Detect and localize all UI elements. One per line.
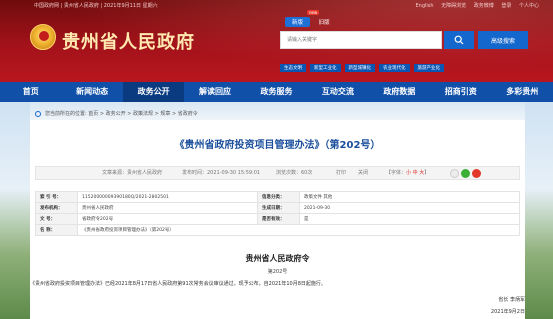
document-body: 《贵州省政府投资项目管理办法》已经2021年8月17日省人民政府第91次常务会议… bbox=[30, 281, 326, 287]
meta-date: 发布时间：2021-09-30 15:59:01 bbox=[182, 170, 261, 176]
share-icon[interactable] bbox=[450, 169, 459, 178]
tag-item[interactable]: 新型工业化 bbox=[310, 64, 341, 72]
theme-tags: 生态文明 新型工业化 新型城镇化 农业现代化 旅游产业化 bbox=[280, 64, 448, 72]
article-meta-bar: 文章来源：贵州省人民政府 发布时间：2021-09-30 15:59:01 浏览… bbox=[35, 166, 520, 180]
link-accessibility[interactable]: 无障碍浏览 bbox=[441, 3, 466, 9]
info-value: 2021-09-30 bbox=[299, 202, 520, 214]
main-nav: 首页 新闻动态 政务公开 解读回应 政务服务 互动交流 政府数据 招商引资 多彩… bbox=[0, 82, 553, 102]
nav-item-interpretation[interactable]: 解读回应 bbox=[184, 82, 245, 102]
search-icon bbox=[454, 35, 464, 45]
version-tabs: 新版 旧版 bbox=[285, 17, 337, 27]
topbar-date-text: 中国政府网 | 贵州省人民政府 | 2021年9月11日 星期六 bbox=[34, 3, 158, 9]
nav-item-home[interactable]: 首页 bbox=[0, 82, 61, 102]
document-signature: 省长 李炳军 bbox=[498, 297, 525, 303]
print-button[interactable]: 打印 bbox=[336, 167, 346, 179]
info-key: 发布机构： bbox=[35, 202, 78, 214]
search-input[interactable] bbox=[281, 32, 441, 48]
nav-item-data[interactable]: 政府数据 bbox=[369, 82, 430, 102]
nav-item-investment[interactable]: 招商引资 bbox=[430, 82, 491, 102]
meta-views: 浏览次数：60次 bbox=[276, 170, 313, 176]
info-key: 信息分类： bbox=[257, 191, 300, 203]
link-user-center[interactable]: 个人中心 bbox=[519, 3, 539, 9]
font-label: 【字体： bbox=[386, 170, 407, 176]
table-row: 名 称： 《贵州省政府投资项目管理办法》（第202号） bbox=[35, 224, 520, 236]
document-date: 2021年9月2日 bbox=[490, 309, 525, 315]
info-key: 文 号： bbox=[35, 213, 78, 225]
document-heading: 贵州省人民政府令 bbox=[245, 254, 310, 263]
table-row: 索 引 号： 11520000009390180Q/2021-2802501 信… bbox=[35, 191, 520, 203]
info-value: 《贵州省政府投资项目管理办法》（第202号） bbox=[77, 224, 520, 236]
tag-item[interactable]: 旅游产业化 bbox=[413, 64, 444, 72]
site-title[interactable]: 贵州省人民政府 bbox=[62, 28, 195, 54]
info-value: 贵州省人民政府 bbox=[77, 202, 258, 214]
document-number: 第202号 bbox=[267, 269, 288, 275]
article-title: 《贵州省政府投资项目管理办法》（第202号） bbox=[174, 140, 381, 151]
info-value: 政策文件 其他 bbox=[299, 191, 520, 203]
nav-item-interaction[interactable]: 互动交流 bbox=[307, 82, 368, 102]
top-utility-bar: 中国政府网 | 贵州省人民政府 | 2021年9月11日 星期六 English… bbox=[0, 2, 553, 10]
wechat-share-icon[interactable] bbox=[461, 169, 470, 178]
location-icon bbox=[35, 110, 41, 117]
info-value: 是 bbox=[299, 213, 520, 225]
topbar-links: English 无障碍浏览 政务微博 登录 个人中心 bbox=[410, 2, 540, 9]
weibo-share-icon[interactable] bbox=[472, 169, 481, 178]
info-key: 生成日期： bbox=[257, 202, 300, 214]
article-container: 《贵州省政府投资项目管理办法》（第202号） 文章来源：贵州省人民政府 发布时间… bbox=[30, 120, 525, 319]
search-button[interactable] bbox=[444, 31, 474, 49]
document-info-table: 索 引 号： 11520000009390180Q/2021-2802501 信… bbox=[35, 191, 520, 236]
landscape-right bbox=[525, 102, 553, 319]
table-row: 文 号： 省政府令202号 是否有效： 是 bbox=[35, 213, 520, 225]
table-row: 发布机构： 贵州省人民政府 生成日期： 2021-09-30 bbox=[35, 202, 520, 214]
font-size-options[interactable]: 小 中 大 bbox=[406, 170, 424, 176]
tag-item[interactable]: 农业现代化 bbox=[379, 64, 410, 72]
link-login[interactable]: 登录 bbox=[501, 3, 511, 9]
breadcrumb: 您当前所在的位置: 首页 > 政务公开 > 政策法规 > 规章 > 省政府令 bbox=[35, 110, 198, 117]
tab-old-version[interactable]: 旧版 bbox=[312, 17, 337, 27]
nav-item-guizhou[interactable]: 多彩贵州 bbox=[492, 82, 553, 102]
link-english[interactable]: English bbox=[416, 3, 434, 9]
nav-item-gov-affairs[interactable]: 政务公开 bbox=[122, 82, 185, 102]
new-badge: new bbox=[307, 10, 320, 15]
link-weibo[interactable]: 政务微博 bbox=[474, 3, 494, 9]
nav-item-services[interactable]: 政务服务 bbox=[246, 82, 307, 102]
info-value: 11520000009390180Q/2021-2802501 bbox=[77, 191, 258, 203]
search-box bbox=[280, 31, 442, 49]
nav-item-news[interactable]: 新闻动态 bbox=[61, 82, 122, 102]
info-value: 省政府令202号 bbox=[77, 213, 258, 225]
meta-source: 文章来源：贵州省人民政府 bbox=[102, 170, 163, 176]
info-key: 名 称： bbox=[35, 224, 78, 236]
advanced-search-button[interactable]: 高级搜索 bbox=[478, 31, 528, 49]
info-key: 是否有效： bbox=[257, 213, 300, 225]
breadcrumb-text[interactable]: 您当前所在的位置: 首页 > 政务公开 > 政策法规 > 规章 > 省政府令 bbox=[45, 110, 198, 117]
info-key: 索 引 号： bbox=[35, 191, 78, 203]
tab-new-version[interactable]: 新版 bbox=[285, 17, 311, 27]
tag-item[interactable]: 新型城镇化 bbox=[344, 64, 375, 72]
landscape-left bbox=[0, 102, 30, 319]
font-label-end: 】 bbox=[424, 170, 430, 176]
national-emblem-icon bbox=[30, 24, 56, 50]
font-size-control: 【字体：小 中 大】 bbox=[386, 167, 429, 179]
site-header: 中国政府网 | 贵州省人民政府 | 2021年9月11日 星期六 English… bbox=[0, 0, 553, 82]
close-button[interactable]: 关闭 bbox=[358, 167, 368, 179]
tag-item[interactable]: 生态文明 bbox=[280, 64, 306, 72]
